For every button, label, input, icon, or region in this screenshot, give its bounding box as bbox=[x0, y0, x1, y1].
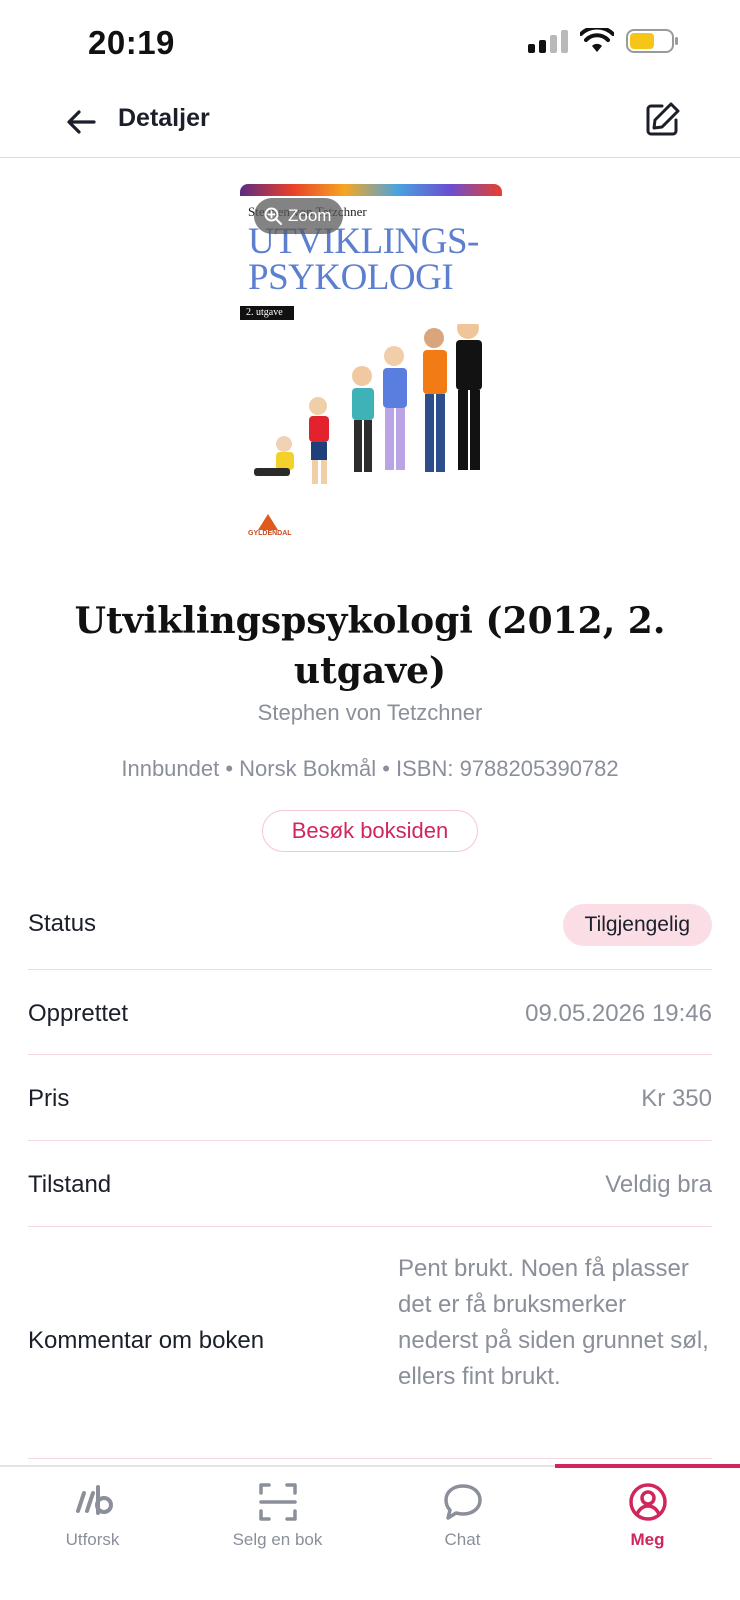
lb-logo-icon bbox=[76, 1485, 113, 1515]
visit-book-page-button[interactable]: Besøk boksiden bbox=[262, 810, 478, 852]
status-bar: 20:19 bbox=[0, 0, 740, 88]
nav-item-selg-en-bok[interactable]: Selg en bok bbox=[185, 1467, 370, 1567]
condition-value: Veldig bra bbox=[605, 1171, 712, 1198]
comment-value: Pent brukt. Noen få plasser det er få br… bbox=[398, 1255, 709, 1390]
chat-bubble-icon bbox=[444, 1484, 482, 1520]
publisher-name: GYLDENDAL bbox=[248, 530, 292, 537]
cover-edition: 2. utgave bbox=[240, 306, 294, 320]
book-meta: Innbundet • Norsk Bokmål • ISBN: 9788205… bbox=[121, 756, 619, 781]
details-list: Status Tilgjengelig Opprettet 09.05.2026… bbox=[28, 880, 712, 1459]
cover-color-band bbox=[240, 184, 502, 196]
page-title: Detaljer bbox=[118, 104, 210, 132]
detail-row-status: Status Tilgjengelig bbox=[28, 880, 712, 970]
nav-item-utforsk[interactable]: Utforsk bbox=[0, 1467, 185, 1567]
book-title: Utviklingspsykologi (2012, 2. utgave) bbox=[74, 600, 666, 692]
book-cover-image[interactable]: Stephen von Tetzchner UTVIKLINGS- PSYKOL… bbox=[240, 184, 502, 564]
scan-icon bbox=[259, 1483, 297, 1521]
detail-row-comment: Kommentar om boken Pent brukt. Noen få p… bbox=[28, 1227, 712, 1459]
nav-label-chat: Chat bbox=[444, 1530, 481, 1549]
nav-label-meg: Meg bbox=[630, 1530, 665, 1549]
status-icons bbox=[528, 28, 680, 54]
cover-title-line2: PSYKOLOGI bbox=[248, 257, 454, 298]
nav-label-utforsk: Utforsk bbox=[65, 1530, 120, 1549]
zoom-button[interactable]: Zoom bbox=[254, 198, 344, 234]
cover-people-illustration bbox=[254, 324, 482, 484]
battery-icon bbox=[626, 29, 678, 53]
nav-label-selg-en-bok: Selg en bok bbox=[232, 1530, 323, 1549]
bottom-navigation: Utforsk Selg en bok Chat Meg bbox=[0, 1464, 740, 1600]
status-badge: Tilgjengelig bbox=[562, 904, 712, 946]
clock: 20:19 bbox=[88, 24, 175, 61]
detail-row-created: Opprettet 09.05.2026 19:46 bbox=[28, 970, 712, 1055]
wifi-icon bbox=[580, 28, 614, 52]
zoom-in-icon bbox=[264, 207, 282, 225]
created-value: 09.05.2026 19:46 bbox=[525, 1000, 712, 1027]
nav-item-chat[interactable]: Chat bbox=[370, 1467, 555, 1567]
detail-row-price: Pris Kr 350 bbox=[28, 1055, 712, 1141]
cover-title: UTVIKLINGS- PSYKOLOGI bbox=[248, 223, 479, 298]
created-label: Opprettet bbox=[28, 1000, 129, 1027]
condition-label: Tilstand bbox=[28, 1171, 112, 1198]
status-label: Status bbox=[28, 910, 97, 937]
app-header: Detaljer bbox=[0, 88, 740, 158]
price-value: Kr 350 bbox=[641, 1085, 712, 1112]
price-label: Pris bbox=[28, 1085, 70, 1112]
nav-item-meg[interactable]: Meg bbox=[555, 1467, 740, 1567]
arrow-left-icon[interactable] bbox=[64, 104, 100, 140]
comment-label: Kommentar om boken bbox=[28, 1327, 265, 1354]
zoom-label: Zoom bbox=[288, 206, 332, 225]
detail-row-condition: Tilstand Veldig bra bbox=[28, 1141, 712, 1227]
user-circle-icon bbox=[629, 1483, 667, 1521]
publisher-logo-icon bbox=[258, 514, 278, 530]
cellular-signal-icon bbox=[528, 29, 568, 53]
book-author: Stephen von Tetzchner bbox=[257, 700, 483, 725]
edit-icon[interactable] bbox=[642, 100, 682, 140]
